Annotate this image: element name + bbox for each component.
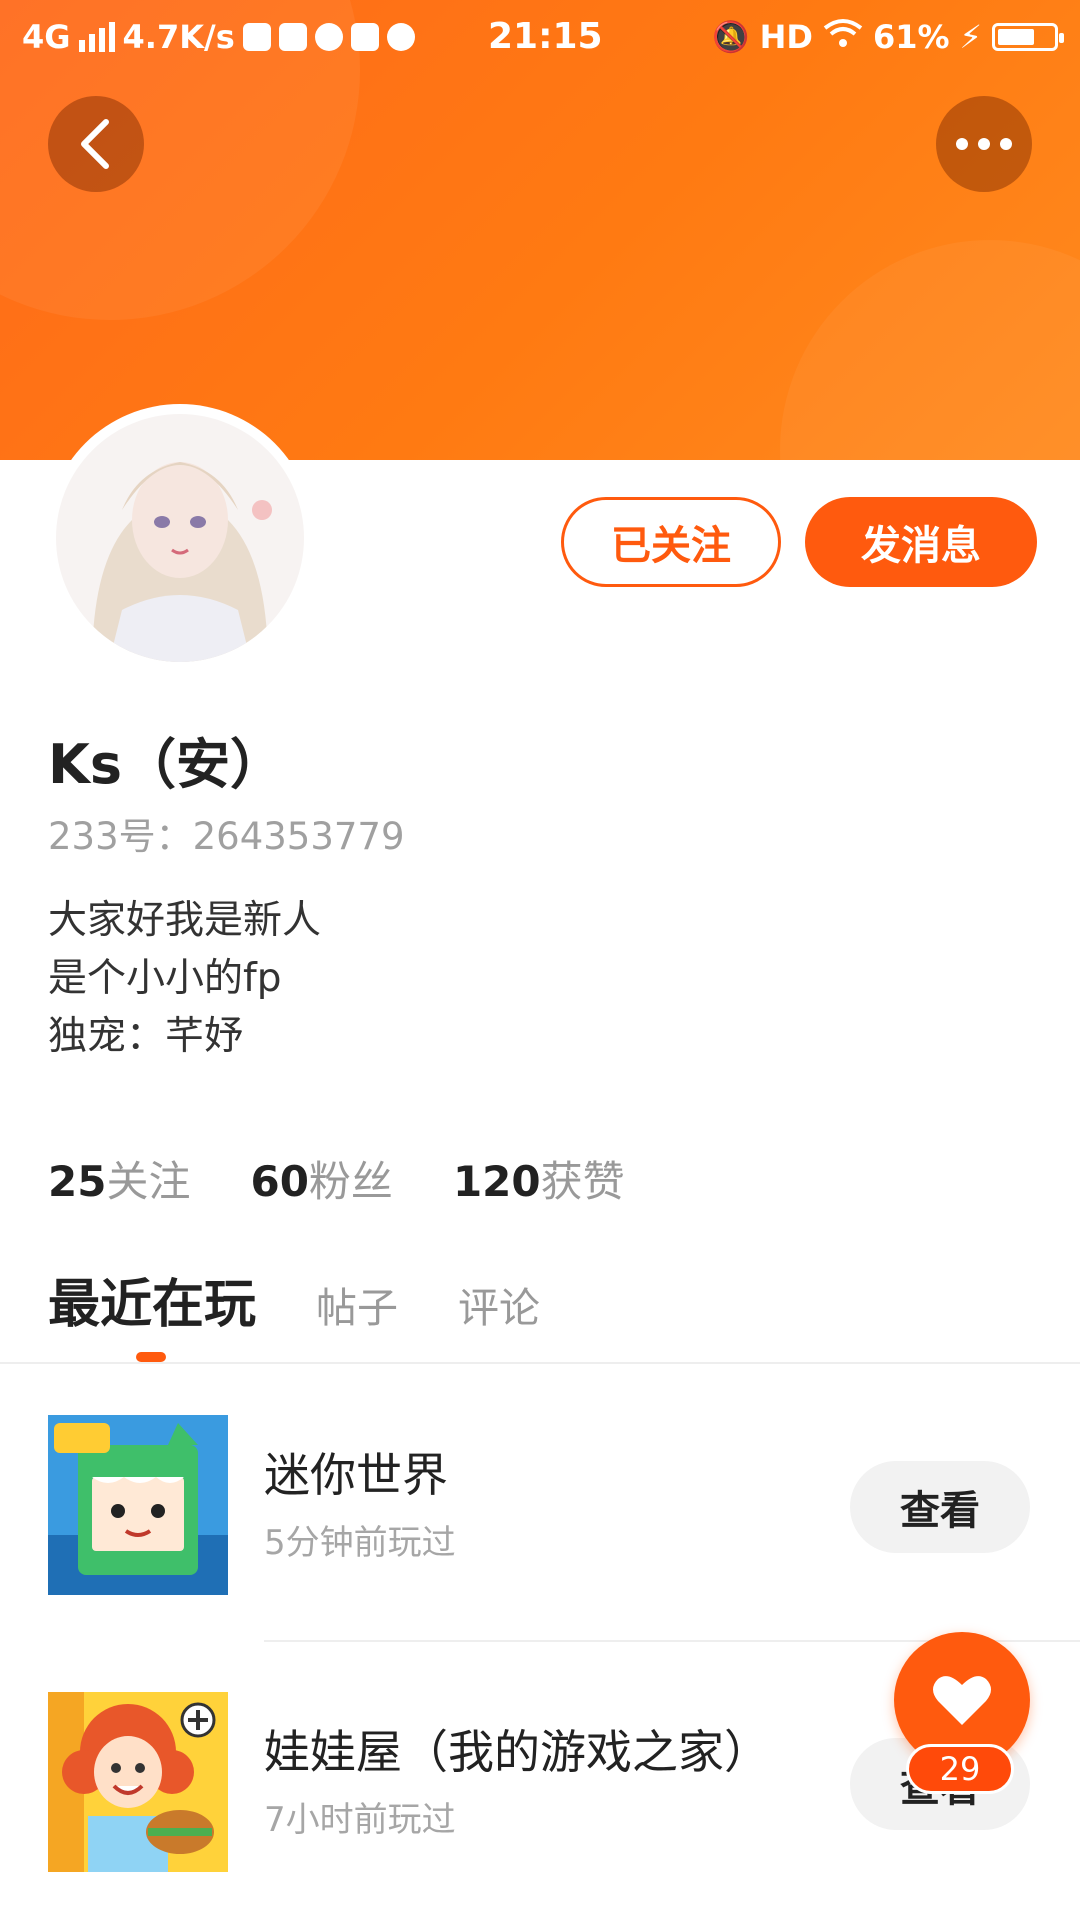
- network-type: 4G: [22, 18, 71, 56]
- more-button[interactable]: [936, 96, 1032, 192]
- bio-line: 是个小小的fp: [48, 956, 282, 1001]
- video-app-icon: [278, 23, 307, 51]
- signal-icon: [78, 22, 115, 52]
- active-tab-indicator: [136, 1352, 166, 1362]
- status-left: 4G 4.7K/s: [22, 18, 415, 56]
- stat-label: 关注: [106, 1157, 191, 1206]
- game-name: 娃娃屋（我的游戏之家）: [264, 1725, 770, 1779]
- stat-label: 粉丝: [308, 1157, 393, 1206]
- wifi-icon: [823, 18, 863, 56]
- followed-button[interactable]: 已关注: [561, 497, 781, 587]
- bio-line: 独宠：芊妤: [48, 1014, 244, 1059]
- stat-following[interactable]: 25关注: [48, 1148, 190, 1209]
- bell-muted-icon: 🔕: [712, 19, 750, 55]
- user-bio: 大家好我是新人 是个小小的fp 独宠：芊妤: [48, 892, 321, 1066]
- user-name: Ks（安）: [48, 733, 284, 796]
- app-icon: [350, 23, 379, 51]
- planet-app-icon: [314, 23, 343, 51]
- game-last-played: 5分钟前玩过: [264, 1523, 456, 1563]
- stat-label: 获赞: [540, 1157, 625, 1206]
- game-list-item[interactable]: 迷你世界 5分钟前玩过 查看: [0, 1415, 1080, 1595]
- message-bubble-icon: [386, 23, 415, 51]
- view-game-button[interactable]: 查看: [850, 1461, 1030, 1553]
- tab-comments[interactable]: 评论: [458, 1274, 540, 1334]
- status-right: 🔕 HD 61% ⚡: [712, 18, 1064, 56]
- network-speed: 4.7K/s: [122, 18, 235, 56]
- battery-icon: [992, 23, 1064, 51]
- profile-tabs: 最近在玩 帖子 评论: [48, 1262, 600, 1337]
- stat-number: 25: [48, 1157, 107, 1206]
- hd-indicator: HD: [759, 18, 813, 56]
- send-message-button[interactable]: 发消息: [805, 497, 1037, 587]
- user-id: 233号：264353779: [48, 815, 405, 858]
- game-name: 迷你世界: [264, 1448, 448, 1502]
- status-time: 21:15: [488, 16, 603, 57]
- stat-number: 120: [452, 1157, 541, 1206]
- back-button[interactable]: [48, 96, 144, 192]
- tab-posts[interactable]: 帖子: [316, 1274, 398, 1334]
- stat-number: 60: [250, 1157, 309, 1206]
- profile-stats: 25关注 60粉丝 120获赞: [48, 1148, 625, 1209]
- avatar[interactable]: [52, 410, 308, 666]
- game-icon-mini-world: [48, 1415, 228, 1595]
- chevron-left-icon: [81, 119, 109, 169]
- stat-fans[interactable]: 60粉丝: [250, 1148, 392, 1209]
- stat-likes[interactable]: 120获赞: [453, 1148, 625, 1209]
- battery-percent: 61%: [872, 18, 950, 56]
- like-count-badge: 29: [906, 1744, 1014, 1794]
- bio-line: 大家好我是新人: [48, 898, 322, 943]
- charging-icon: ⚡: [959, 18, 982, 56]
- heart-icon: [933, 1676, 991, 1725]
- tabs-divider: [0, 1362, 1080, 1364]
- game-icon-doll-house: [48, 1692, 228, 1872]
- tab-recently-played[interactable]: 最近在玩: [48, 1262, 256, 1337]
- wechat-icon: [242, 23, 271, 51]
- banner-decoration: [780, 240, 1080, 460]
- game-last-played: 7小时前玩过: [264, 1800, 456, 1840]
- status-bar: 4G 4.7K/s 21:15 🔕 HD 61% ⚡: [0, 0, 1080, 80]
- more-dots-icon: [956, 138, 1012, 150]
